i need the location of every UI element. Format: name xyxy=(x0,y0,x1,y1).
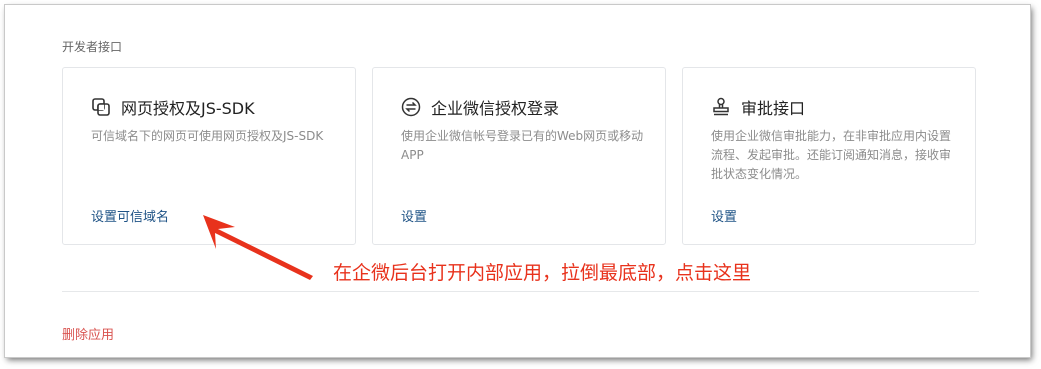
annotation-arrow xyxy=(203,215,313,280)
delete-app-link[interactable]: 删除应用 xyxy=(62,324,114,343)
divider xyxy=(62,291,979,292)
app-frame: 开发者接口 网页授权及JS-SDK 可信域名下的网页可使用网页授权及JS-SDK… xyxy=(5,5,1030,357)
annotation-text: 在企微后台打开内部应用，拉倒最底部，点击这里 xyxy=(333,262,752,284)
